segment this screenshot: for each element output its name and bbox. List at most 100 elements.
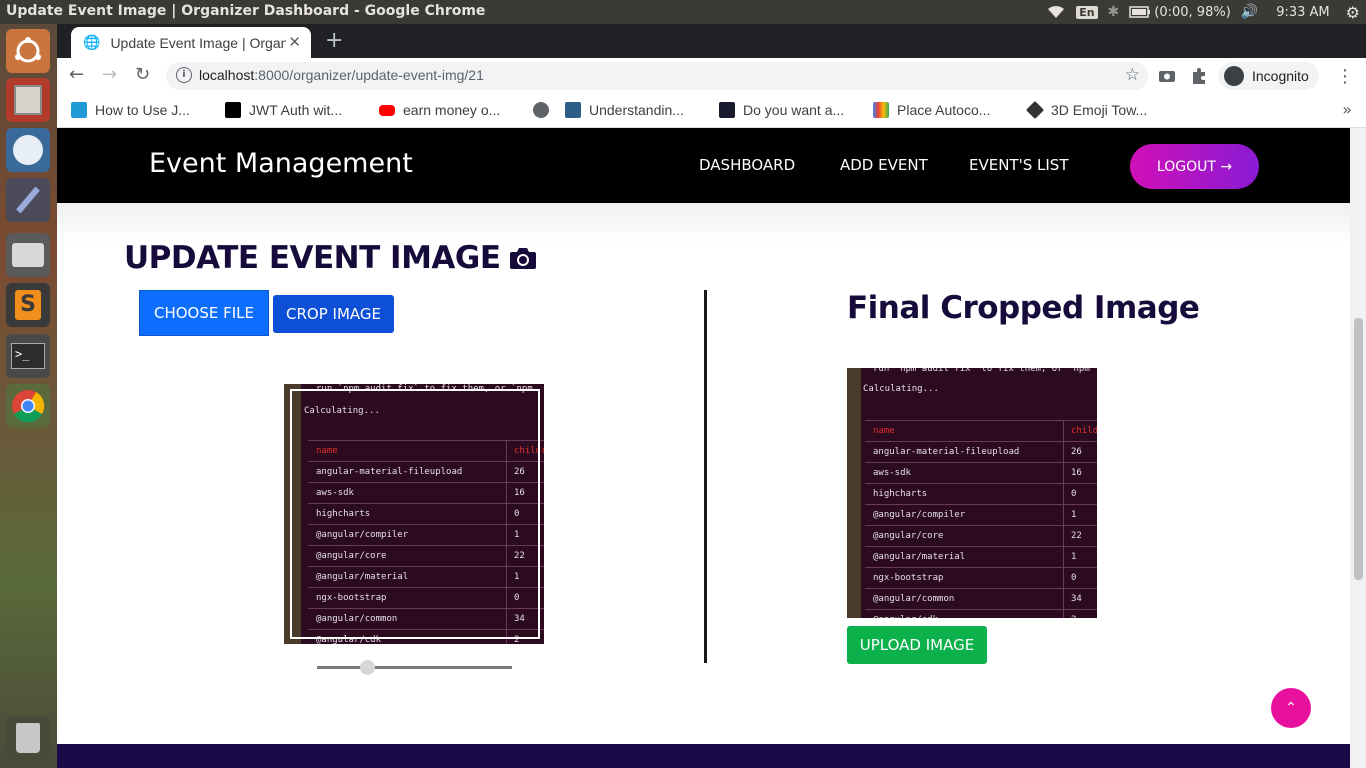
site-info-icon[interactable]: i (176, 67, 192, 83)
tab-active[interactable]: 🌐 Update Event Image | Organizer Dashboa… (71, 27, 311, 58)
table-cell: 34 (1071, 594, 1082, 604)
bookmark-item[interactable]: Place Autoco... (873, 102, 990, 118)
camera-icon (509, 248, 536, 269)
page-scrollbar[interactable] (1350, 128, 1366, 768)
globe-icon: 🌐 (83, 34, 101, 51)
volume-icon[interactable]: 🔊 (1241, 4, 1258, 20)
table-cell: highcharts (873, 489, 928, 499)
chrome-icon[interactable] (6, 384, 50, 428)
terminal-icon[interactable]: >_ (6, 334, 50, 378)
sublime-text-icon[interactable]: S (6, 283, 50, 327)
color-picker-icon[interactable] (6, 178, 50, 222)
camera-blocked-icon[interactable] (1157, 66, 1177, 86)
address-bar[interactable]: i localhost:8000/organizer/update-event-… (166, 62, 1148, 90)
window-title: Update Event Image | Organizer Dashboard… (6, 3, 486, 19)
table-cell: 2 (1071, 615, 1076, 618)
tab-close-icon[interactable]: ✕ (288, 33, 301, 51)
url-host: localhost (199, 67, 255, 83)
unity-launcher: S >_ (0, 24, 57, 768)
table-cell: 1 (1071, 552, 1077, 562)
bluetooth-icon[interactable]: ✱ (1108, 4, 1120, 20)
bookmark-label: JWT Auth wit... (249, 102, 343, 118)
table-row: @angular/core 22 (865, 525, 1097, 546)
trash-icon[interactable] (6, 716, 50, 760)
table-cell: angular-material-fileupload (873, 447, 1020, 457)
incognito-label: Incognito (1252, 68, 1309, 84)
ubuntu-dash-icon[interactable] (6, 29, 50, 73)
codepen-favicon-icon (873, 102, 889, 118)
tds-favicon-icon (565, 102, 581, 118)
battery-text: (0:00, 98%) (1154, 4, 1231, 20)
crop-selection-frame[interactable] (290, 389, 540, 639)
clock[interactable]: 9:33 AM (1276, 5, 1329, 20)
tab-strip: 🌐 Update Event Image | Organizer Dashboa… (57, 24, 1366, 58)
logout-button[interactable]: LOGOUT → (1130, 144, 1259, 189)
forward-icon[interactable]: → (102, 64, 117, 85)
medium-favicon-icon (225, 102, 241, 118)
bookmark-item[interactable]: Understandin... (565, 102, 684, 118)
back-icon[interactable]: ← (69, 64, 84, 85)
page-title-text: UPDATE EVENT IMAGE (124, 240, 501, 276)
bookmarks-overflow-icon[interactable]: » (1342, 100, 1352, 119)
table-cell: @angular/cdk (873, 615, 938, 618)
table-cell: 22 (1071, 531, 1082, 541)
table-cell: @angular/compiler (873, 510, 966, 520)
battery-indicator[interactable]: (0:00, 98%) (1129, 5, 1231, 20)
nav-dashboard[interactable]: DASHBOARD (699, 156, 795, 174)
bookmark-item[interactable] (533, 102, 557, 118)
scroll-to-top-button[interactable]: ⌃ (1271, 688, 1311, 728)
extensions-puzzle-icon[interactable] (1189, 66, 1209, 86)
zoom-slider-handle[interactable] (360, 660, 376, 675)
section-divider (704, 290, 707, 663)
bookmark-label: Place Autoco... (897, 102, 991, 118)
table-cell: 26 (1071, 447, 1082, 457)
table-cell: 0 (1071, 489, 1077, 499)
table-row: @angular/material 1 (865, 546, 1097, 567)
scrollbar-thumb[interactable] (1354, 318, 1363, 580)
table-cell: @angular/common (873, 594, 955, 604)
bookmark-item[interactable]: earn money o... (379, 102, 500, 118)
bookmark-item[interactable]: How to Use J... (71, 102, 190, 118)
table-row: @angular/cdk 2 (865, 609, 1097, 618)
table-row: highcharts 0 (865, 483, 1097, 504)
bookmark-item[interactable]: JWT Auth wit... (225, 102, 342, 118)
final-image-heading: Final Cropped Image (847, 290, 1200, 326)
table-header-children: children (1071, 426, 1097, 436)
zoom-slider[interactable] (317, 666, 512, 669)
page-viewport: Event Management DASHBOARD ADD EVENT EVE… (57, 128, 1350, 768)
browser-toolbar: ← → ↻ i localhost:8000/organizer/update-… (57, 58, 1366, 94)
wifi-icon[interactable] (1046, 4, 1066, 20)
terminal-line: Calculating... (863, 384, 939, 394)
table-header-name: name (873, 426, 895, 436)
table-cell: 16 (1071, 468, 1082, 478)
youtube-favicon-icon (379, 104, 395, 116)
bookmark-label: Do you want a... (743, 102, 845, 118)
nav-events-list[interactable]: EVENT'S LIST (969, 156, 1068, 174)
bookmark-item[interactable]: 3D Emoji Tow... (1025, 100, 1147, 120)
reload-icon[interactable]: ↻ (135, 64, 150, 85)
cropped-image-preview: run `npm audit fix` to fix them, or `npm… (847, 368, 1097, 618)
nav-add-event[interactable]: ADD EVENT (840, 156, 928, 174)
bookmark-favicon-icon (71, 102, 87, 118)
bookmark-star-icon[interactable]: ☆ (1125, 65, 1140, 85)
url-path: :8000/organizer/update-event-img/21 (254, 67, 484, 83)
bookmark-item[interactable]: Do you want a... (719, 102, 844, 118)
postgres-elephant-icon[interactable] (6, 128, 50, 172)
upload-image-button[interactable]: UPLOAD IMAGE (847, 626, 987, 664)
file-cabinet-icon[interactable] (6, 78, 50, 122)
choose-file-button[interactable]: CHOOSE FILE (139, 290, 269, 336)
url-text[interactable]: localhost:8000/organizer/update-event-im… (199, 67, 484, 83)
crop-image-button[interactable]: CROP IMAGE (273, 295, 394, 333)
incognito-indicator[interactable]: Incognito (1218, 62, 1319, 90)
disk-drive-icon[interactable] (6, 233, 50, 277)
table-row: ngx-bootstrap 0 (865, 567, 1097, 588)
browser-menu-icon[interactable]: ⋮ (1336, 66, 1354, 87)
bookmark-label: How to Use J... (95, 102, 190, 118)
incognito-icon (1224, 66, 1244, 86)
new-tab-icon[interactable]: + (325, 28, 343, 53)
keyboard-layout-indicator[interactable]: En (1076, 5, 1098, 19)
site-navbar: Event Management DASHBOARD ADD EVENT EVE… (57, 128, 1350, 203)
site-brand[interactable]: Event Management (149, 148, 413, 179)
settings-gear-icon[interactable]: ⚙ (1346, 3, 1360, 22)
os-top-panel: Update Event Image | Organizer Dashboard… (0, 0, 1366, 24)
